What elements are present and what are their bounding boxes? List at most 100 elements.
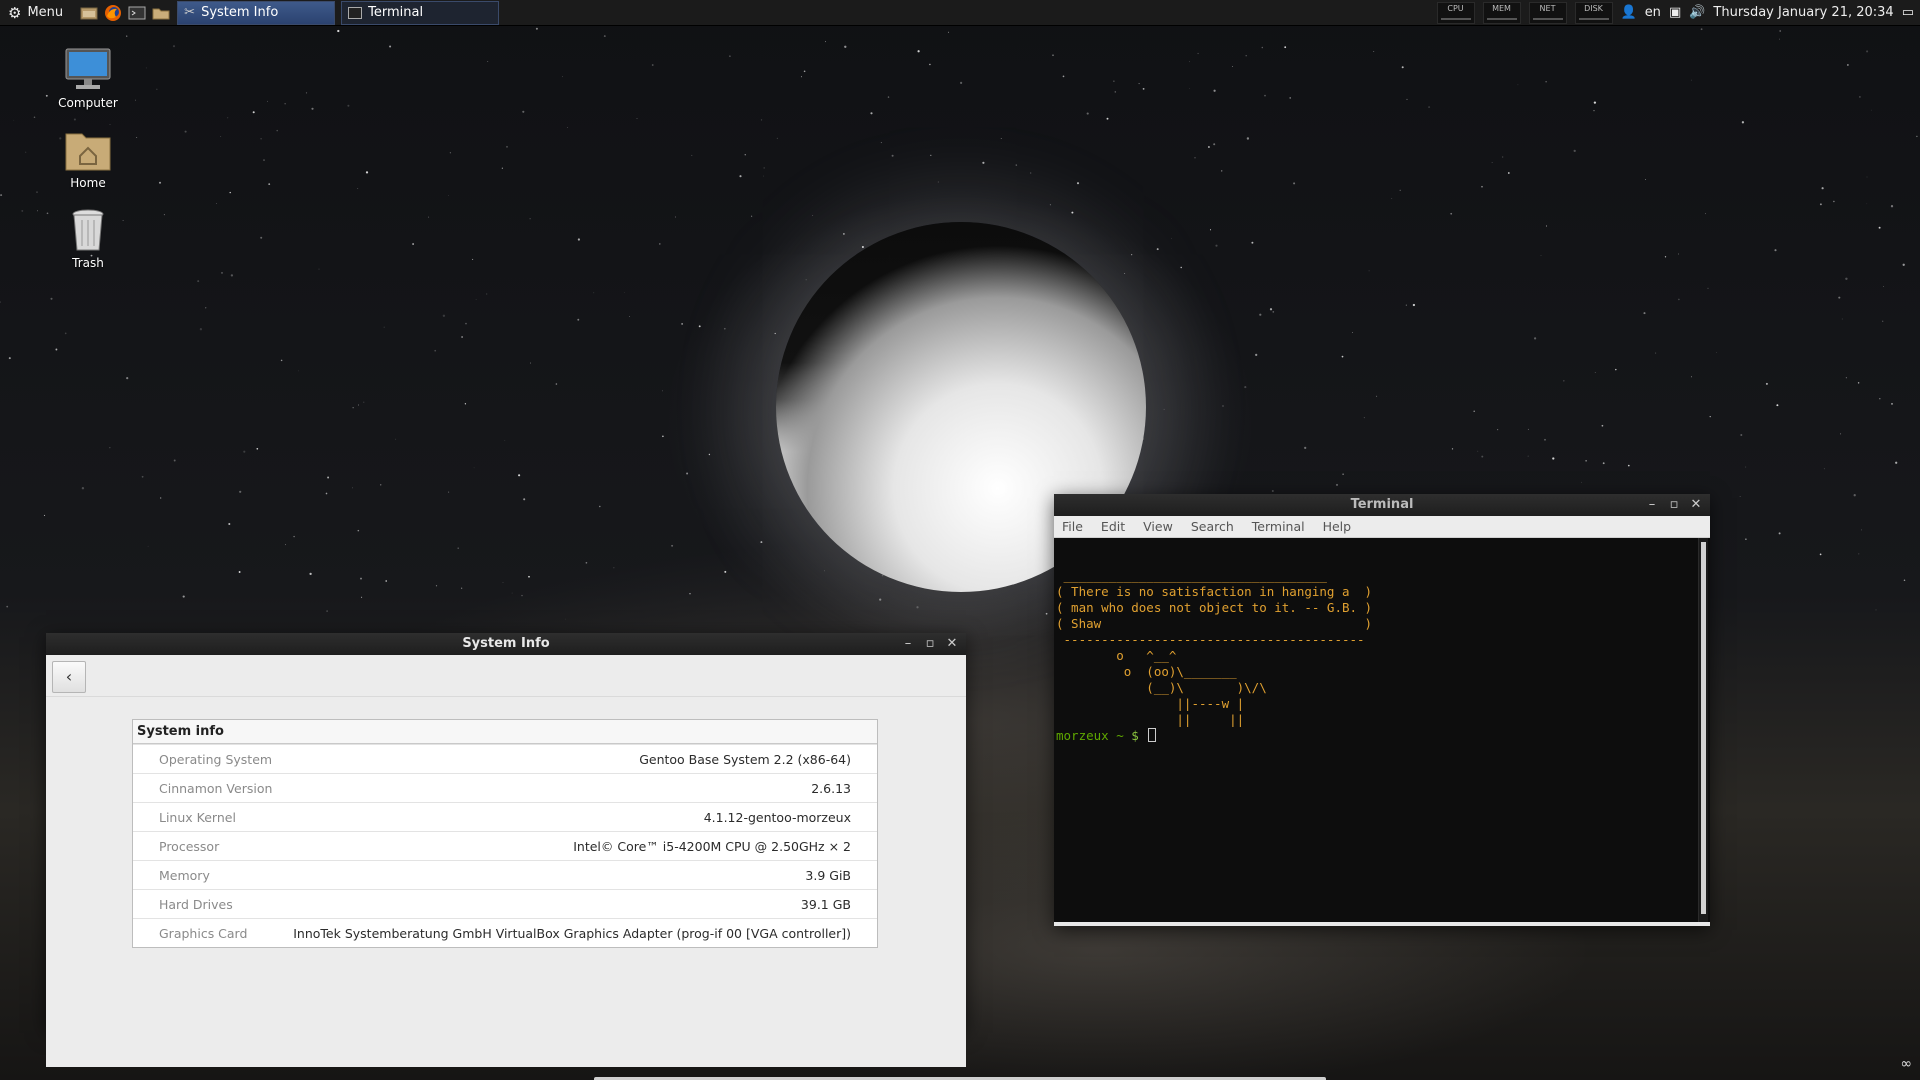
menu-item-terminal[interactable]: Terminal — [1252, 519, 1305, 534]
star — [1030, 172, 1032, 174]
desktop-icon-trash[interactable]: Trash — [43, 206, 133, 270]
star — [220, 136, 222, 138]
star — [1645, 179, 1646, 180]
output-line: (__)\ )\/\ — [1056, 680, 1267, 695]
star — [751, 215, 753, 217]
table-row: Cinnamon Version 2.6.13 — [133, 773, 877, 802]
star — [662, 435, 664, 438]
star — [486, 293, 488, 295]
star — [461, 336, 464, 338]
star — [1902, 263, 1905, 266]
star — [1878, 226, 1881, 229]
star — [577, 238, 581, 241]
star — [917, 50, 920, 53]
star — [360, 577, 362, 580]
star — [1269, 308, 1273, 311]
minimize-icon[interactable]: – — [1646, 494, 1658, 516]
star — [1765, 382, 1768, 385]
files-icon[interactable] — [79, 4, 99, 22]
menu-item-view[interactable]: View — [1143, 519, 1173, 534]
star — [1859, 96, 1861, 98]
volume-icon[interactable]: 🔊 — [1689, 5, 1705, 20]
star — [1581, 481, 1582, 483]
star — [760, 119, 763, 121]
menu-item-help[interactable]: Help — [1323, 519, 1352, 534]
terminal-icon[interactable] — [127, 4, 147, 22]
star — [1244, 386, 1247, 389]
star — [880, 142, 882, 144]
task-system-info[interactable]: ✂ System Info — [177, 0, 336, 25]
desktop-icon-computer[interactable]: Computer — [43, 46, 133, 110]
back-button[interactable]: ‹ — [52, 661, 86, 693]
star — [803, 70, 806, 73]
star — [1527, 428, 1529, 430]
mem-graph-applet[interactable]: MEM — [1482, 1, 1521, 24]
scrollbar-thumb[interactable] — [1701, 542, 1706, 914]
star — [1255, 353, 1258, 357]
star — [1156, 248, 1159, 251]
maximize-icon[interactable]: ▫ — [1668, 494, 1680, 516]
star — [562, 76, 563, 78]
notifications-icon[interactable]: ▣ — [1669, 5, 1681, 20]
star — [1271, 490, 1274, 492]
star — [464, 403, 467, 405]
star — [1259, 313, 1262, 316]
star — [1779, 30, 1782, 32]
star — [1450, 212, 1453, 215]
terminal-output[interactable]: ___________________________________( The… — [1054, 538, 1710, 922]
show-desktop-icon[interactable]: ▭ — [1902, 5, 1914, 20]
terminal-menubar: File Edit View Search Terminal Help — [1054, 516, 1710, 538]
keyboard-layout[interactable]: en — [1645, 5, 1661, 20]
star — [357, 529, 360, 532]
close-icon[interactable]: ✕ — [1690, 494, 1702, 516]
star — [461, 587, 463, 589]
star — [33, 116, 36, 119]
task-terminal[interactable]: Terminal — [341, 0, 500, 25]
star — [593, 292, 595, 294]
firefox-icon[interactable] — [103, 4, 123, 22]
workspace-switcher-icon[interactable]: ∞ — [1900, 1056, 1912, 1072]
system-info-titlebar[interactable]: System Info – ▫ ✕ — [46, 633, 966, 655]
maximize-icon[interactable]: ▫ — [924, 633, 936, 655]
star — [284, 103, 286, 105]
star — [327, 476, 330, 479]
star — [473, 467, 475, 469]
star — [1627, 464, 1630, 467]
star — [228, 522, 231, 526]
star — [1903, 579, 1906, 581]
disk-graph-applet[interactable]: DISK — [1574, 1, 1613, 24]
menu-button[interactable]: ⚙ Menu — [0, 0, 71, 26]
star — [325, 492, 328, 495]
star — [487, 61, 489, 62]
desktop-icon-home[interactable]: Home — [43, 126, 133, 190]
desktop-icon-label: Computer — [58, 96, 118, 110]
star — [1866, 203, 1868, 205]
terminal-titlebar[interactable]: Terminal – ▫ ✕ — [1054, 494, 1710, 516]
star — [184, 130, 187, 133]
net-graph-applet[interactable]: NET — [1528, 1, 1567, 24]
minimize-icon[interactable]: – — [902, 633, 914, 655]
star — [1163, 408, 1165, 410]
prompt-user: morzeux — [1056, 728, 1109, 743]
clock[interactable]: Thursday January 21, 20:34 — [1713, 5, 1893, 20]
star — [267, 100, 268, 102]
cpu-graph-applet[interactable]: CPU — [1436, 1, 1475, 24]
menu-item-edit[interactable]: Edit — [1101, 519, 1125, 534]
star — [1700, 28, 1703, 31]
star — [1615, 368, 1617, 371]
table-row: Operating System Gentoo Base System 2.2 (… — [133, 744, 877, 773]
terminal-scrollbar[interactable] — [1698, 538, 1708, 922]
star — [268, 183, 271, 185]
star — [1189, 61, 1190, 63]
star — [1071, 211, 1074, 214]
star — [1194, 157, 1196, 159]
menu-item-file[interactable]: File — [1062, 519, 1083, 534]
system-tray: CPU MEM NET DISK 👤 en ▣ 🔊 Thursday Janua… — [1436, 0, 1920, 26]
user-icon[interactable]: 👤 — [1621, 5, 1637, 20]
menu-item-search[interactable]: Search — [1191, 519, 1234, 534]
window-title: Terminal — [1350, 497, 1414, 512]
star — [1000, 138, 1002, 139]
close-icon[interactable]: ✕ — [946, 633, 958, 655]
star — [1335, 483, 1339, 486]
folder-icon[interactable] — [151, 4, 171, 22]
